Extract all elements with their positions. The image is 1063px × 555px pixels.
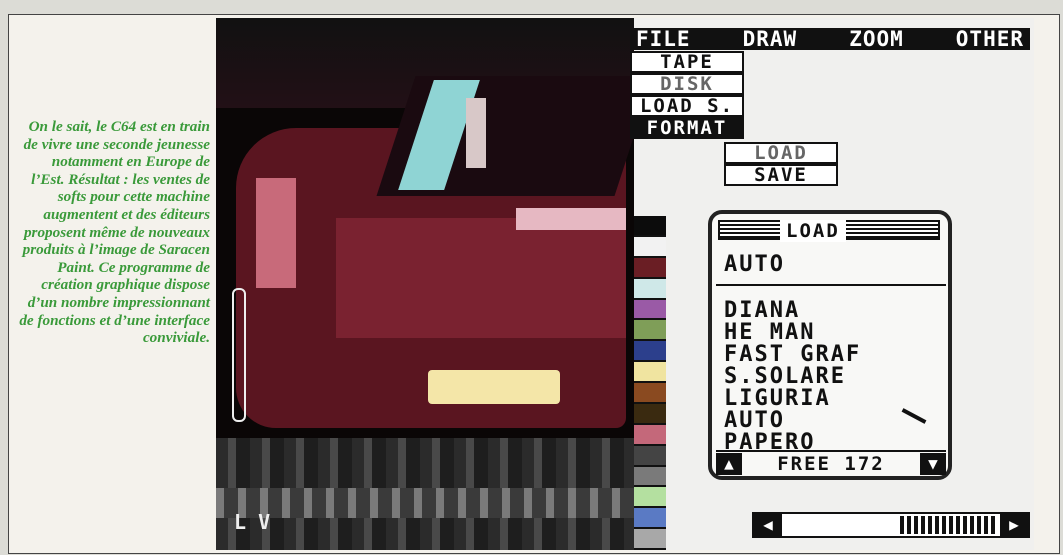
palette-swatch[interactable] <box>634 403 666 425</box>
car-mirror-outline <box>232 288 246 422</box>
palette-swatch[interactable] <box>634 529 666 550</box>
palette-swatch[interactable] <box>634 445 666 467</box>
list-item[interactable]: LIGURIA <box>724 388 861 410</box>
arrow-up-icon[interactable]: ▲ <box>716 453 742 475</box>
horizontal-scrollbar[interactable]: ◀ ▶ <box>752 512 1030 538</box>
load-dialog: LOAD AUTO DIANA HE MAN FAST GRAF S.SOLAR… <box>708 210 952 480</box>
car-hood-highlight <box>516 208 626 230</box>
palette-swatch[interactable] <box>634 487 666 509</box>
palette-swatch[interactable] <box>634 278 666 300</box>
car-side-highlight <box>256 178 296 288</box>
dialog-footer: ▲ FREE 172 ▼ <box>716 450 946 476</box>
c64-screen: L V FILE DRAW ZOOM OTHER TAPE DISK LOAD … <box>216 18 1034 550</box>
dialog-title-bar[interactable]: LOAD <box>718 220 940 242</box>
color-palette <box>634 216 666 550</box>
menu-other[interactable]: OTHER <box>956 28 1024 50</box>
palette-swatch[interactable] <box>634 257 666 279</box>
free-space-label: FREE 172 <box>777 453 885 475</box>
list-item[interactable]: HE MAN <box>724 322 861 344</box>
palette-swatch[interactable] <box>634 383 666 404</box>
palette-swatch[interactable] <box>634 508 666 530</box>
car-hood <box>336 218 626 338</box>
palette-swatch[interactable] <box>634 362 666 383</box>
submenu-item-save[interactable]: SAVE <box>724 164 838 186</box>
palette-swatch[interactable] <box>634 320 666 342</box>
menu-item-format[interactable]: FORMAT <box>630 117 744 139</box>
palette-swatch[interactable] <box>634 236 666 258</box>
arrow-left-icon[interactable]: ◀ <box>754 514 782 536</box>
car-license-plate <box>428 370 560 404</box>
submenu-item-load[interactable]: LOAD <box>724 142 838 164</box>
car-window-highlight <box>466 98 486 168</box>
palette-swatch[interactable] <box>634 466 666 488</box>
palette-swatch[interactable] <box>634 299 666 321</box>
dialog-title: LOAD <box>780 220 846 242</box>
selected-file-field[interactable]: AUTO <box>724 252 785 277</box>
palette-swatch[interactable] <box>634 424 666 446</box>
corner-indicator: L V <box>234 510 271 534</box>
menu-item-tape[interactable]: TAPE <box>630 51 744 73</box>
palette-swatch[interactable] <box>634 216 666 237</box>
divider <box>716 284 946 286</box>
menu-draw[interactable]: DRAW <box>743 28 798 50</box>
arrow-right-icon[interactable]: ▶ <box>1000 514 1028 536</box>
menu-item-disk[interactable]: DISK <box>630 73 744 95</box>
list-item[interactable]: FAST GRAF <box>724 344 861 366</box>
file-list: DIANA HE MAN FAST GRAF S.SOLARE LIGURIA … <box>724 300 861 454</box>
arrow-down-icon[interactable]: ▼ <box>919 453 946 475</box>
list-item[interactable]: S.SOLARE <box>724 366 861 388</box>
article-caption: On le sait, le C64 est en train de vivre… <box>19 118 210 347</box>
menu-bar: FILE DRAW ZOOM OTHER <box>630 28 1030 50</box>
scrollbar-thumb[interactable] <box>900 516 998 534</box>
list-item[interactable]: DIANA <box>724 300 861 322</box>
list-item[interactable]: AUTO <box>724 410 861 432</box>
ground-stripes <box>216 488 634 518</box>
palette-swatch[interactable] <box>634 341 666 363</box>
menu-file[interactable]: FILE <box>636 28 691 50</box>
menu-item-load-s[interactable]: LOAD S. <box>630 95 744 117</box>
menu-zoom[interactable]: ZOOM <box>849 28 904 50</box>
